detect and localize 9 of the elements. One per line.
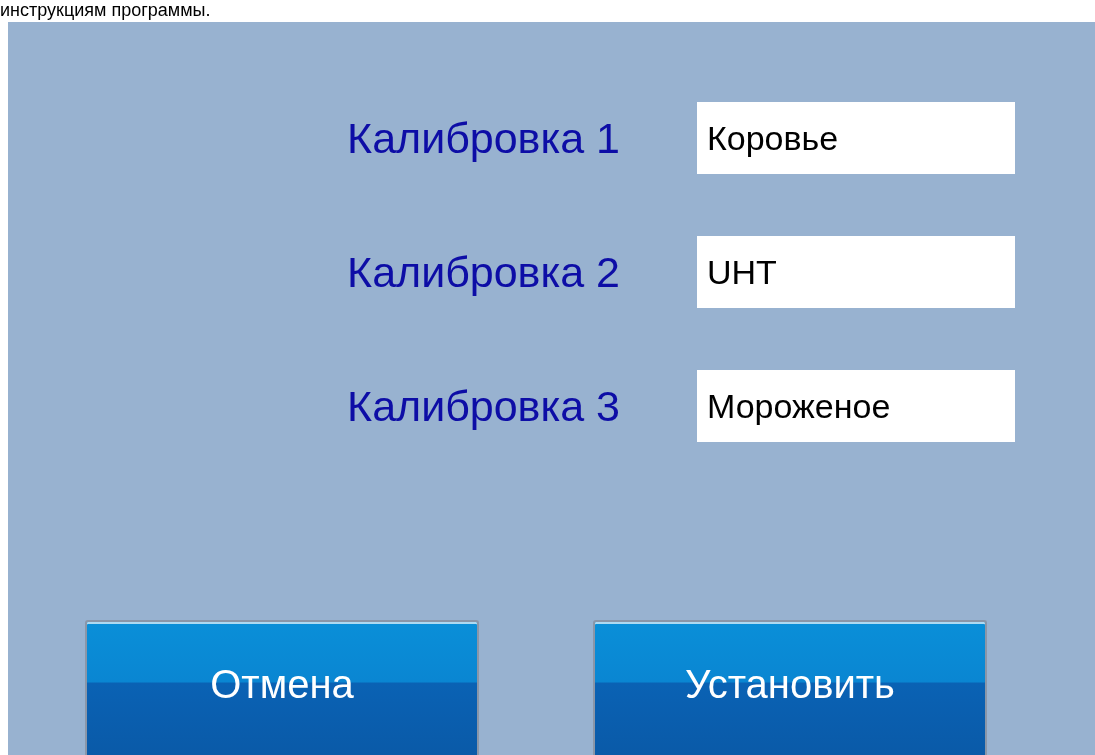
calibration-label: Калибровка 1 [347, 113, 620, 163]
calibration-field[interactable]: Мороженое [697, 370, 1015, 442]
set-button[interactable]: Установить [593, 620, 987, 755]
instruction-text: инструкциям программы. [0, 0, 211, 21]
cancel-button[interactable]: Отмена [85, 620, 479, 755]
calibration-field[interactable]: Коровье [697, 102, 1015, 174]
calibration-field[interactable]: UHT [697, 236, 1015, 308]
calibration-label: Калибровка 2 [347, 247, 620, 297]
calibration-label: Калибровка 3 [347, 381, 620, 431]
